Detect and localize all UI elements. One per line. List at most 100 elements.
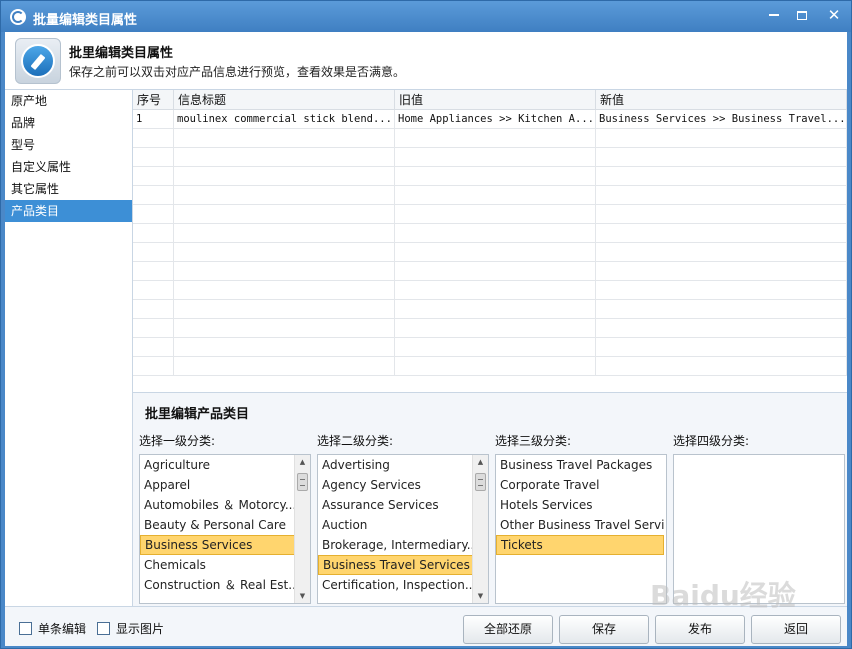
grid-header: 序号 信息标题 旧值 新值 — [133, 90, 847, 110]
scroll-up-icon[interactable]: ▲ — [473, 455, 488, 469]
nav-item-other-attributes[interactable]: 其它属性 — [5, 178, 132, 200]
checkbox-box[interactable] — [19, 622, 32, 635]
nav-item-custom-attributes[interactable]: 自定义属性 — [5, 156, 132, 178]
level3-list-item[interactable]: Hotels Services — [496, 495, 664, 515]
empty-table-row — [133, 262, 847, 281]
empty-table-row — [133, 186, 847, 205]
empty-cell — [395, 357, 596, 375]
empty-table-row — [133, 205, 847, 224]
column-header-new-value[interactable]: 新值 — [596, 90, 847, 109]
empty-cell — [395, 243, 596, 261]
level3-list-item[interactable]: Tickets — [496, 535, 664, 555]
level1-listbox[interactable]: Agriculture Apparel Automobiles ＆ Motorcy.… — [139, 454, 311, 604]
maximize-icon — [797, 10, 807, 20]
empty-cell — [174, 205, 395, 223]
maximize-button[interactable] — [789, 5, 815, 25]
column-header-index[interactable]: 序号 — [133, 90, 174, 109]
show-images-checkbox[interactable]: 显示图片 — [97, 620, 164, 637]
level2-list-item[interactable]: Advertising — [318, 455, 486, 475]
publish-button[interactable]: 发布 — [655, 615, 745, 644]
scroll-down-icon[interactable]: ▼ — [295, 589, 310, 603]
empty-cell — [596, 224, 847, 242]
level4-label: 选择四级分类: — [673, 434, 750, 448]
close-icon: ✕ — [827, 6, 841, 24]
level2-list-item[interactable]: Brokerage, Intermediary... — [318, 535, 486, 555]
empty-table-row — [133, 357, 847, 376]
empty-cell — [596, 243, 847, 261]
level2-list-item[interactable]: Auction — [318, 515, 486, 535]
level2-listbox[interactable]: Advertising Agency Services Assurance Serv… — [317, 454, 489, 604]
level1-list-item[interactable]: Business Services — [140, 535, 308, 555]
empty-table-row — [133, 319, 847, 338]
empty-cell — [395, 129, 596, 147]
minimize-icon — [769, 14, 779, 16]
scroll-thumb[interactable] — [475, 473, 486, 491]
empty-cell — [395, 148, 596, 166]
scroll-down-icon[interactable]: ▼ — [473, 589, 488, 603]
table-row[interactable]: 1 moulinex commercial stick blend... Hom… — [133, 110, 847, 129]
category-panel: 批里编辑产品类目 选择一级分类: 选择二级分类: 选择三级分类: 选择四级分类:… — [133, 392, 847, 606]
empty-cell — [174, 319, 395, 337]
empty-cell — [174, 281, 395, 299]
empty-cell — [395, 167, 596, 185]
checkbox-box[interactable] — [97, 622, 110, 635]
header: 批里编辑类目属性 保存之前可以双击对应产品信息进行预览，查看效果是否满意。 — [5, 32, 847, 90]
level3-listbox[interactable]: Business Travel Packages Corporate Travel… — [495, 454, 667, 604]
level2-list-item[interactable]: Certification, Inspection... — [318, 575, 486, 595]
level3-list-item[interactable]: Other Business Travel Servi... — [496, 515, 664, 535]
level1-list-item[interactable]: Automobiles ＆ Motorcy... — [140, 495, 308, 515]
product-grid: 序号 信息标题 旧值 新值 1 moulinex commercial stic… — [133, 90, 847, 392]
empty-cell — [174, 148, 395, 166]
empty-cell — [395, 186, 596, 204]
level1-list-item[interactable]: Apparel — [140, 475, 308, 495]
empty-cell — [133, 167, 174, 185]
nav-item-origin[interactable]: 原产地 — [5, 90, 132, 112]
level1-list-item[interactable]: Construction ＆ Real Est... — [140, 575, 308, 595]
empty-cell — [133, 338, 174, 356]
minimize-button[interactable] — [761, 5, 787, 25]
column-header-title[interactable]: 信息标题 — [174, 90, 395, 109]
empty-cell — [133, 262, 174, 280]
empty-cell — [174, 186, 395, 204]
level3-list-item[interactable]: Business Travel Packages — [496, 455, 664, 475]
nav-item-model[interactable]: 型号 — [5, 134, 132, 156]
nav-item-product-category[interactable]: 产品类目 — [5, 200, 132, 222]
empty-table-row — [133, 243, 847, 262]
category-panel-title: 批里编辑产品类目 — [145, 407, 250, 422]
empty-table-row — [133, 129, 847, 148]
level3-list-item[interactable]: Corporate Travel — [496, 475, 664, 495]
empty-table-row — [133, 300, 847, 319]
level2-list-item[interactable]: Agency Services — [318, 475, 486, 495]
nav-item-brand[interactable]: 品牌 — [5, 112, 132, 134]
level2-scrollbar[interactable]: ▲ ▼ — [472, 455, 488, 603]
save-button[interactable]: 保存 — [559, 615, 649, 644]
scroll-up-icon[interactable]: ▲ — [295, 455, 310, 469]
level1-scrollbar[interactable]: ▲ ▼ — [294, 455, 310, 603]
level1-list-item[interactable]: Chemicals — [140, 555, 308, 575]
level1-list-item[interactable]: Agriculture — [140, 455, 308, 475]
title-bar[interactable]: 批量编辑类目属性 ✕ — [1, 1, 851, 32]
empty-table-row — [133, 281, 847, 300]
window-client-area: 批里编辑类目属性 保存之前可以双击对应产品信息进行预览，查看效果是否满意。 原产… — [5, 32, 847, 646]
column-header-old-value[interactable]: 旧值 — [395, 90, 596, 109]
empty-cell — [133, 224, 174, 242]
empty-table-row — [133, 148, 847, 167]
single-edit-checkbox[interactable]: 单条编辑 — [19, 620, 86, 637]
cell-new-value: Business Services >> Business Travel... — [596, 110, 847, 128]
empty-cell — [395, 319, 596, 337]
level1-list-item[interactable]: Beauty & Personal Care — [140, 515, 308, 535]
back-button[interactable]: 返回 — [751, 615, 841, 644]
level3-label: 选择三级分类: — [495, 434, 572, 448]
header-subtitle: 保存之前可以双击对应产品信息进行预览，查看效果是否满意。 — [69, 65, 406, 79]
scroll-thumb[interactable] — [297, 473, 308, 491]
empty-cell — [174, 262, 395, 280]
edit-category-icon — [15, 38, 61, 84]
empty-cell — [133, 281, 174, 299]
close-button[interactable]: ✕ — [821, 5, 847, 25]
window-title: 批量编辑类目属性 — [33, 13, 138, 28]
level4-listbox[interactable] — [673, 454, 845, 604]
level2-list-item[interactable]: Business Travel Services — [318, 555, 486, 575]
restore-all-button[interactable]: 全部还原 — [463, 615, 553, 644]
level2-list-item[interactable]: Assurance Services — [318, 495, 486, 515]
empty-cell — [133, 300, 174, 318]
